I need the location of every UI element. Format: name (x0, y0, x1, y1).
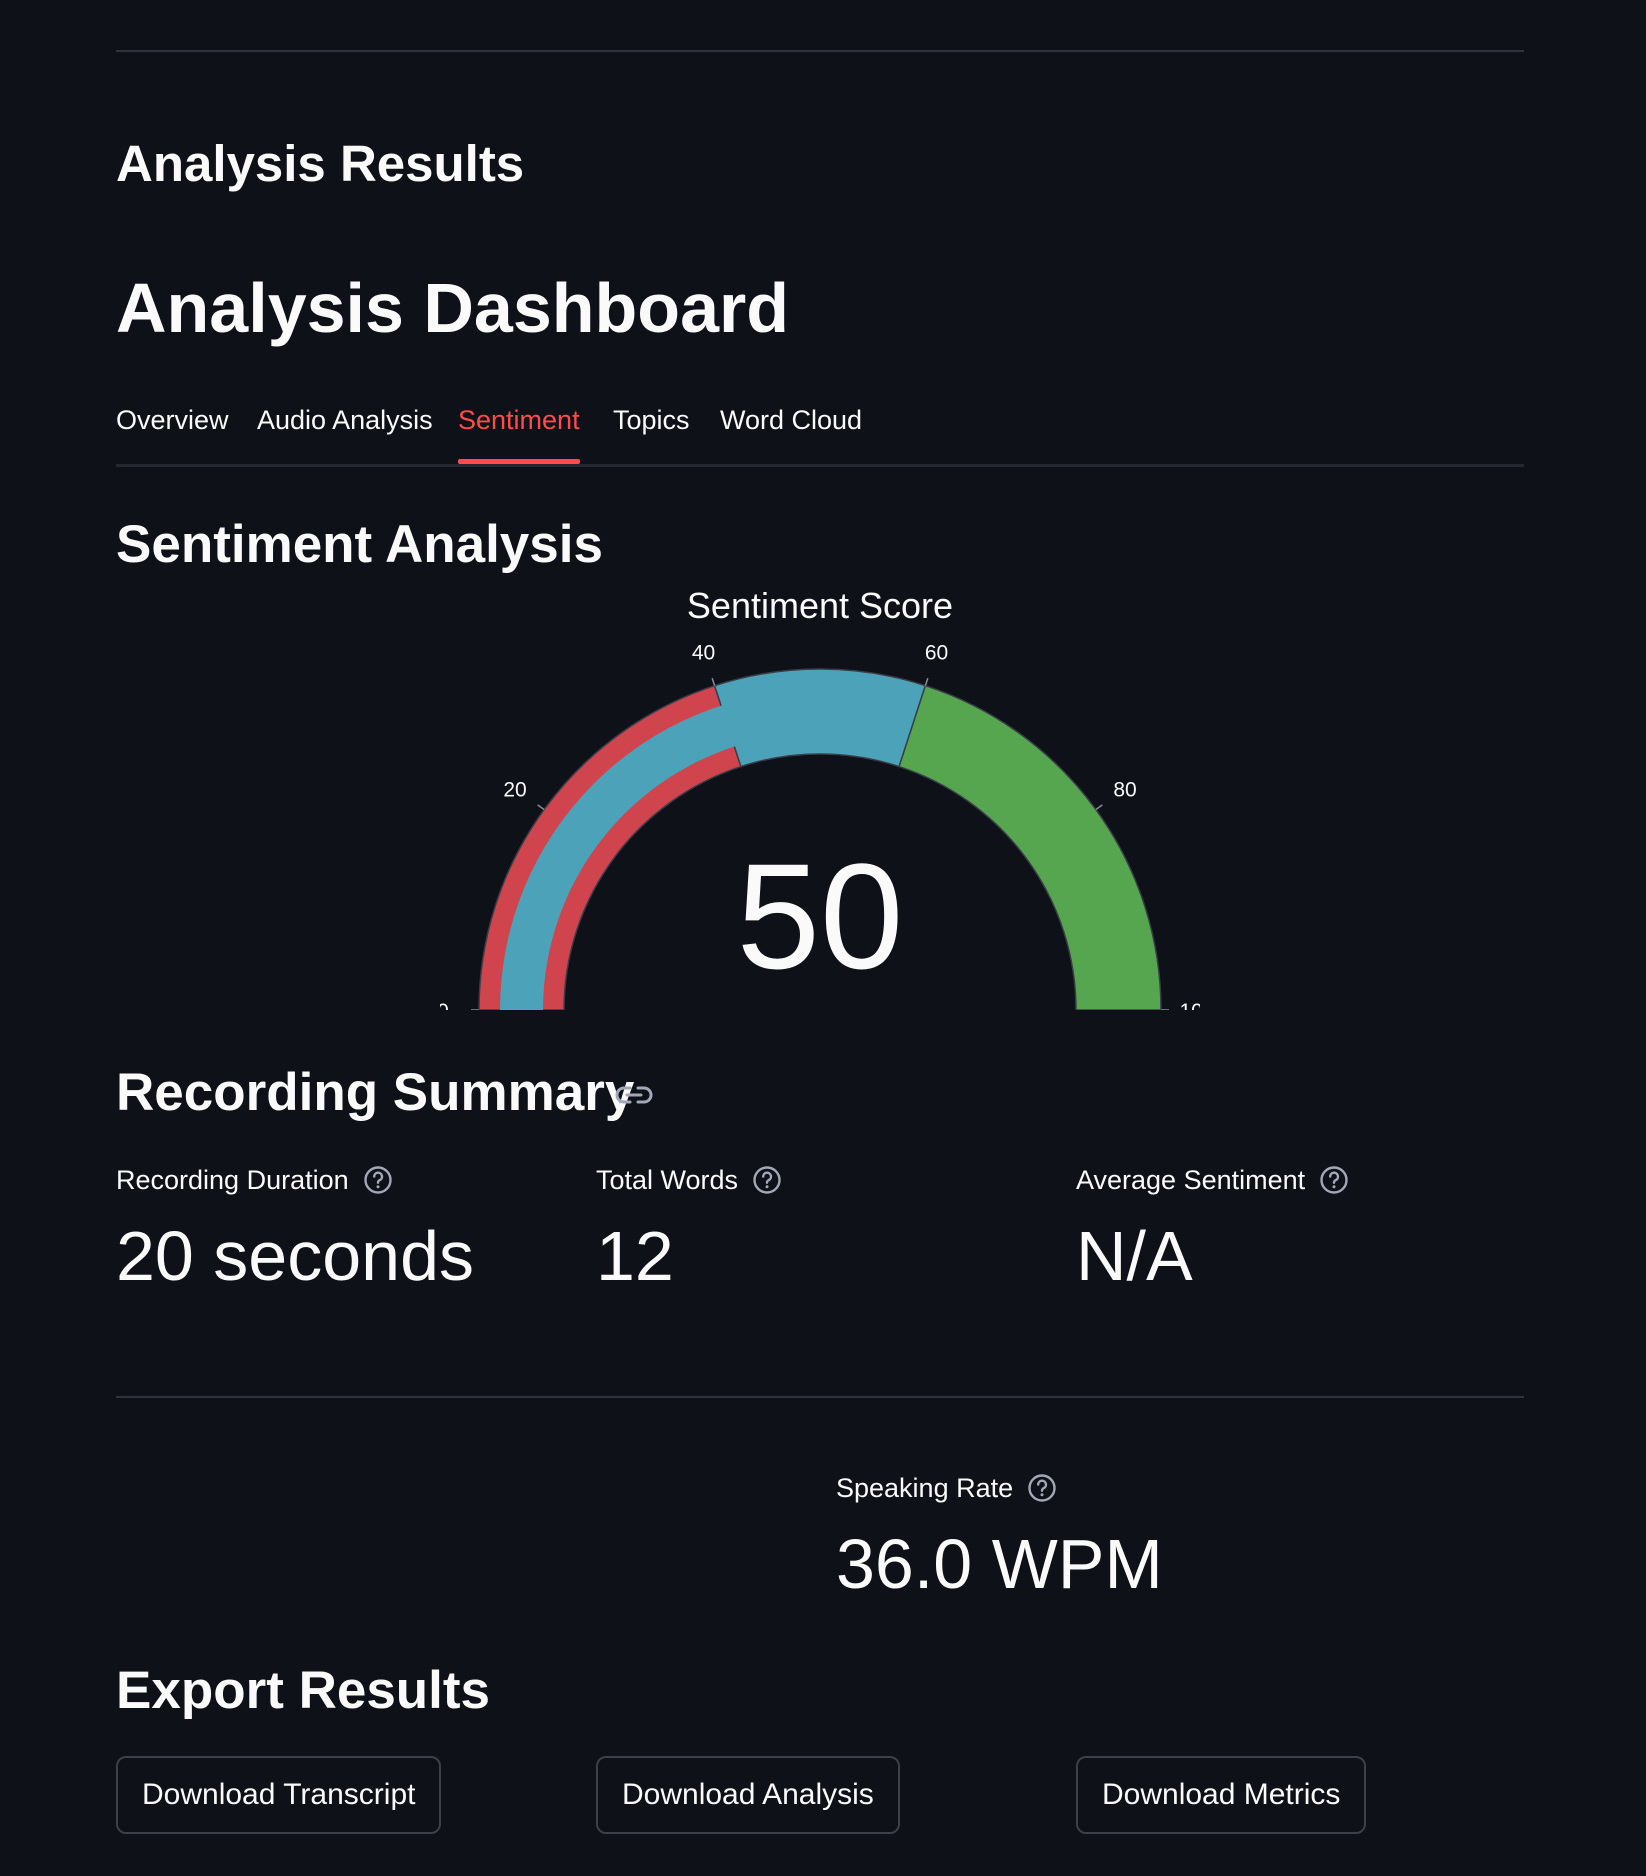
gauge-tick-mark (1095, 804, 1103, 811)
metric-total-words: Total Words 12 (596, 1160, 782, 1296)
help-icon[interactable] (752, 1165, 782, 1195)
metric-value: 20 seconds (116, 1217, 475, 1295)
help-icon[interactable] (1319, 1165, 1349, 1195)
gauge-tick-mark (924, 677, 929, 686)
page-title: Analysis Dashboard (116, 269, 789, 347)
recording-summary-heading: Recording Summary (116, 1063, 635, 1122)
metric-value: N/A (1076, 1217, 1193, 1295)
active-tab-indicator (458, 459, 580, 464)
download-analysis-button[interactable]: Download Analysis (596, 1756, 900, 1834)
tab-sentiment[interactable]: Sentiment (458, 398, 580, 442)
gauge-tick-label: 80 (1113, 778, 1136, 801)
export-results-heading: Export Results (116, 1661, 491, 1720)
tab-topics[interactable]: Topics (613, 398, 690, 442)
metric-label: Total Words (596, 1165, 739, 1195)
help-icon[interactable] (363, 1165, 393, 1195)
top-divider (116, 50, 1524, 52)
gauge-svg: 0 20 40 60 80 100 Sentiment Score 50 (440, 590, 1200, 1010)
gauge-title: Sentiment Score (687, 590, 953, 626)
gauge-tick-mark (537, 804, 545, 811)
analysis-results-heading: Analysis Results (116, 135, 525, 192)
gauge-tick-label: 40 (692, 641, 715, 664)
summary-divider (116, 1396, 1524, 1398)
tab-overview[interactable]: Overview (116, 398, 229, 442)
metric-recording-duration: Recording Duration 20 seconds (116, 1160, 474, 1296)
gauge-tick-label: 100 (1179, 1000, 1200, 1010)
download-transcript-button[interactable]: Download Transcript (116, 1756, 442, 1834)
gauge-tick-label: 0 (440, 1000, 449, 1010)
metric-label: Speaking Rate (836, 1473, 1014, 1503)
help-icon[interactable] (1027, 1473, 1057, 1503)
metric-average-sentiment: Average Sentiment N/A (1076, 1160, 1349, 1296)
gauge-tick-label: 60 (925, 641, 948, 664)
metric-label: Average Sentiment (1076, 1165, 1306, 1195)
metric-speaking-rate: Speaking Rate 36.0 WPM (836, 1468, 1163, 1604)
gauge-value: 50 (737, 832, 904, 1000)
gauge-band-3 (898, 684, 1162, 1010)
tab-audio-analysis[interactable]: Audio Analysis (257, 398, 433, 442)
sentiment-gauge-chart: 0 20 40 60 80 100 Sentiment Score 50 (440, 590, 1200, 1010)
metric-label: Recording Duration (116, 1165, 349, 1195)
link-icon[interactable] (614, 1080, 654, 1110)
tab-word-cloud[interactable]: Word Cloud (720, 398, 862, 442)
metric-value: 12 (596, 1217, 674, 1295)
sentiment-analysis-heading: Sentiment Analysis (116, 515, 603, 574)
gauge-tick-mark (711, 677, 716, 686)
metric-value: 36.0 WPM (836, 1525, 1163, 1603)
gauge-tick-label: 20 (503, 778, 526, 801)
tab-bar: Overview Audio Analysis Sentiment Topics… (116, 398, 1524, 467)
download-metrics-button[interactable]: Download Metrics (1076, 1756, 1367, 1834)
